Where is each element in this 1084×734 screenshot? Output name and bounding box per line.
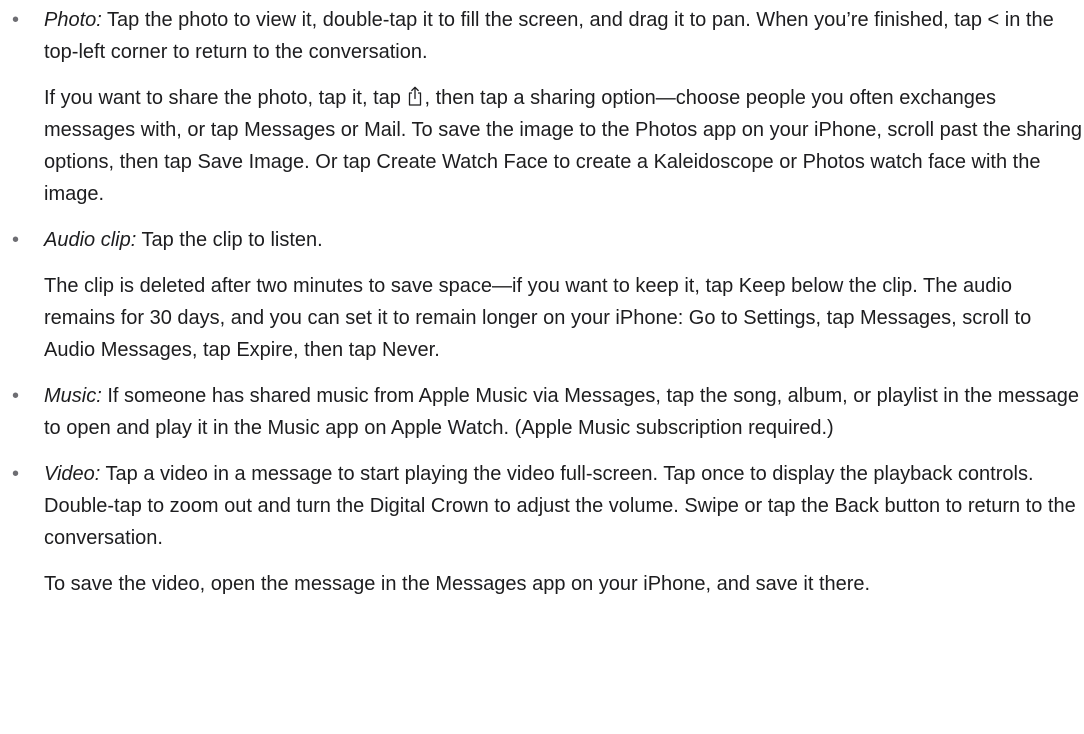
paragraph-text: Tap the photo to view it, double-tap it …	[44, 9, 1054, 63]
paragraph-text: If someone has shared music from Apple M…	[44, 385, 1079, 439]
paragraph: Music: If someone has shared music from …	[44, 380, 1084, 444]
list-item-music: • Music: If someone has shared music fro…	[0, 380, 1084, 444]
paragraph: To save the video, open the message in t…	[44, 568, 1084, 600]
paragraph: Video: Tap a video in a message to start…	[44, 458, 1084, 554]
paragraph-text: If you want to share the photo, tap it, …	[44, 87, 407, 109]
paragraph: If you want to share the photo, tap it, …	[44, 82, 1084, 210]
bullet: •	[12, 9, 20, 31]
list-item-photo: • Photo: Tap the photo to view it, doubl…	[0, 4, 1084, 210]
list-item-video: • Video: Tap a video in a message to sta…	[0, 458, 1084, 600]
paragraph: Photo: Tap the photo to view it, double-…	[44, 4, 1084, 68]
term-photo: Photo:	[44, 9, 102, 31]
paragraph-text: Tap the clip to listen.	[136, 229, 323, 251]
term-audio-clip: Audio clip:	[44, 229, 137, 251]
paragraph-text: The clip is deleted after two minutes to…	[44, 275, 1032, 361]
feature-list: • Photo: Tap the photo to view it, doubl…	[0, 4, 1084, 600]
document-body: • Photo: Tap the photo to view it, doubl…	[0, 0, 1084, 734]
term-video: Video:	[44, 463, 101, 485]
list-item-audio-clip: • Audio clip: Tap the clip to listen. Th…	[0, 224, 1084, 366]
bullet: •	[12, 463, 20, 485]
paragraph-text: To save the video, open the message in t…	[44, 573, 871, 595]
paragraph: The clip is deleted after two minutes to…	[44, 270, 1084, 366]
share-icon	[406, 85, 424, 107]
paragraph-text: Tap a video in a message to start playin…	[44, 463, 1076, 549]
bullet: •	[12, 385, 20, 407]
term-music: Music:	[44, 385, 102, 407]
paragraph: Audio clip: Tap the clip to listen.	[44, 224, 1084, 256]
bullet: •	[12, 229, 20, 251]
